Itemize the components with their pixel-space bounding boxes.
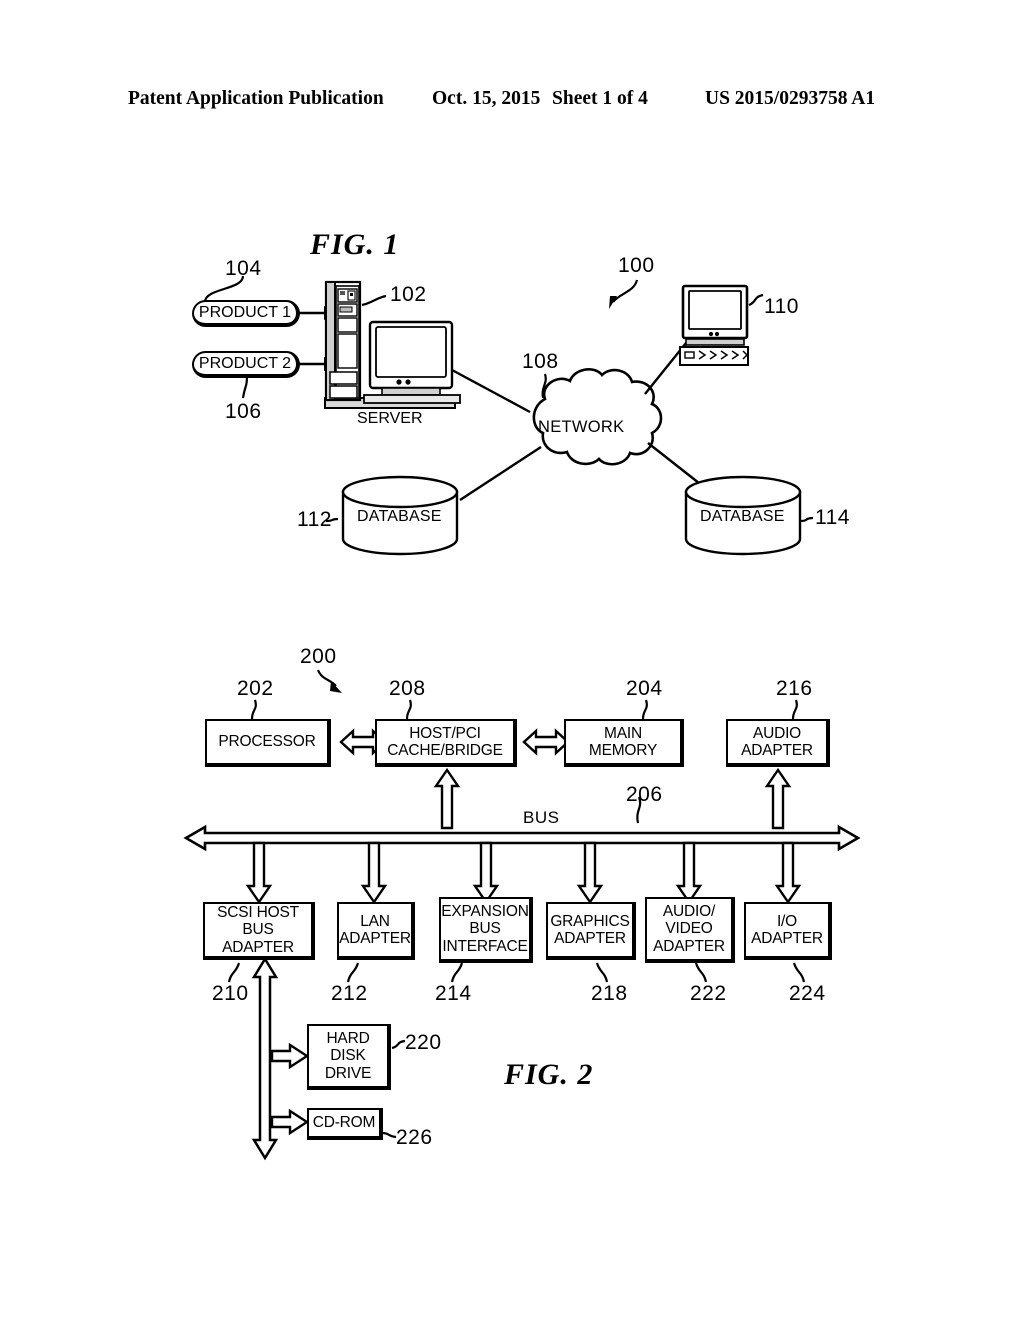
drawing-canvas (183, 275, 861, 1161)
bus-label: BUS (523, 808, 560, 827)
block-scsi-host-bus-adapter-label: SCSI HOST BUS ADAPTER (217, 903, 299, 956)
product-1-label: PRODUCT 1 (198, 303, 292, 321)
link-network-db112 (459, 445, 542, 502)
block-main-memory[interactable]: MAIN MEMORY (564, 719, 684, 767)
leader-204 (641, 699, 648, 720)
link-server-network (451, 368, 531, 414)
database-112-label: DATABASE (357, 508, 442, 525)
server-monitor-graphic (363, 320, 461, 404)
block-lan-adapter[interactable]: LAN ADAPTER (337, 902, 415, 960)
fig1-title: FIG. 1 (310, 228, 400, 261)
fig2-title: FIG. 2 (504, 1058, 594, 1091)
leader-102 (361, 294, 387, 307)
bus-branch-arrows (245, 841, 802, 905)
ref-204: 204 (626, 677, 663, 700)
client-computer-graphic (679, 284, 749, 366)
block-io-adapter[interactable]: I/O ADAPTER (744, 902, 832, 960)
block-cd-rom-label: CD-ROM (312, 1114, 376, 1132)
block-host-pci-cache-bridge[interactable]: HOST/PCI CACHE/BRIDGE (375, 719, 517, 767)
block-audio-video-adapter-label: AUDIO/ VIDEO ADAPTER (653, 902, 725, 955)
server-label: SERVER (357, 410, 423, 427)
arrow-bus-to-bridge (433, 767, 461, 830)
ref-106: 106 (225, 400, 262, 423)
patent-drawing-page: Patent Application Publication Oct. 15, … (0, 0, 1024, 1320)
ref-110: 110 (764, 295, 799, 318)
leader-202 (250, 699, 257, 720)
leader-224 (792, 962, 806, 983)
block-main-memory-label: MAIN MEMORY (588, 724, 658, 759)
leader-226 (381, 1131, 397, 1139)
leader-200-arrow (316, 669, 342, 693)
block-scsi-host-bus-adapter[interactable]: SCSI HOST BUS ADAPTER (203, 902, 315, 960)
block-processor[interactable]: PROCESSOR (205, 719, 331, 767)
database-114-label: DATABASE (700, 508, 785, 525)
ref-216: 216 (776, 677, 813, 700)
block-io-adapter-label: I/O ADAPTER (751, 912, 823, 947)
product-2-label: PRODUCT 2 (198, 354, 292, 372)
block-graphics-adapter[interactable]: GRAPHICS ADAPTER (546, 902, 636, 960)
ref-202: 202 (237, 677, 274, 700)
system-bus-graphic (183, 824, 861, 852)
block-expansion-bus-interface-label: EXPANSION BUS INTERFACE (441, 902, 529, 955)
ref-212: 212 (331, 982, 368, 1005)
arrow-bridge-memory (522, 728, 570, 756)
ref-100: 100 (618, 254, 655, 277)
product-1-node[interactable]: PRODUCT 1 (192, 300, 300, 327)
block-expansion-bus-interface[interactable]: EXPANSION BUS INTERFACE (439, 897, 533, 963)
leader-218 (595, 962, 609, 983)
block-audio-adapter[interactable]: AUDIO ADAPTER (726, 719, 830, 767)
leader-110 (748, 293, 764, 307)
block-cd-rom[interactable]: CD-ROM (307, 1108, 383, 1140)
ref-214: 214 (435, 982, 472, 1005)
block-audio-video-adapter[interactable]: AUDIO/ VIDEO ADAPTER (645, 897, 735, 963)
leader-220 (391, 1039, 406, 1050)
network-cloud-graphic (532, 368, 663, 466)
block-hard-disk-drive-label: HARD DISK DRIVE (324, 1029, 372, 1082)
ref-200: 200 (300, 645, 337, 668)
network-label: NETWORK (538, 418, 625, 436)
leader-208 (405, 699, 412, 720)
ref-224: 224 (789, 982, 826, 1005)
arrow-scsi-to-cdrom (270, 1108, 310, 1136)
arrow-scsi-to-hdd (270, 1042, 310, 1070)
ref-114: 114 (815, 506, 850, 529)
ref-206: 206 (626, 783, 663, 806)
arrow-bus-to-audio-adapter (764, 767, 792, 830)
leader-214 (450, 962, 464, 983)
leader-212 (346, 962, 360, 983)
ref-222: 222 (690, 982, 727, 1005)
block-host-pci-cache-bridge-label: HOST/PCI CACHE/BRIDGE (387, 724, 503, 759)
block-processor-label: PROCESSOR (218, 733, 316, 751)
ref-104: 104 (225, 257, 262, 280)
leader-216 (791, 699, 798, 720)
ref-226: 226 (396, 1126, 433, 1149)
leader-222 (694, 962, 708, 983)
block-lan-adapter-label: LAN ADAPTER (339, 912, 411, 947)
leader-114 (800, 516, 814, 523)
block-audio-adapter-label: AUDIO ADAPTER (741, 724, 813, 759)
ref-108: 108 (522, 350, 559, 373)
block-graphics-adapter-label: GRAPHICS ADAPTER (550, 912, 630, 947)
ref-220: 220 (405, 1031, 442, 1054)
block-hard-disk-drive[interactable]: HARD DISK DRIVE (307, 1024, 391, 1090)
leader-210 (227, 962, 241, 983)
leader-100-arrow (609, 279, 639, 309)
ref-218: 218 (591, 982, 628, 1005)
ref-210: 210 (212, 982, 249, 1005)
ref-208: 208 (389, 677, 426, 700)
ref-112: 112 (297, 508, 332, 531)
product-2-node[interactable]: PRODUCT 2 (192, 351, 300, 378)
ref-102: 102 (390, 283, 427, 306)
